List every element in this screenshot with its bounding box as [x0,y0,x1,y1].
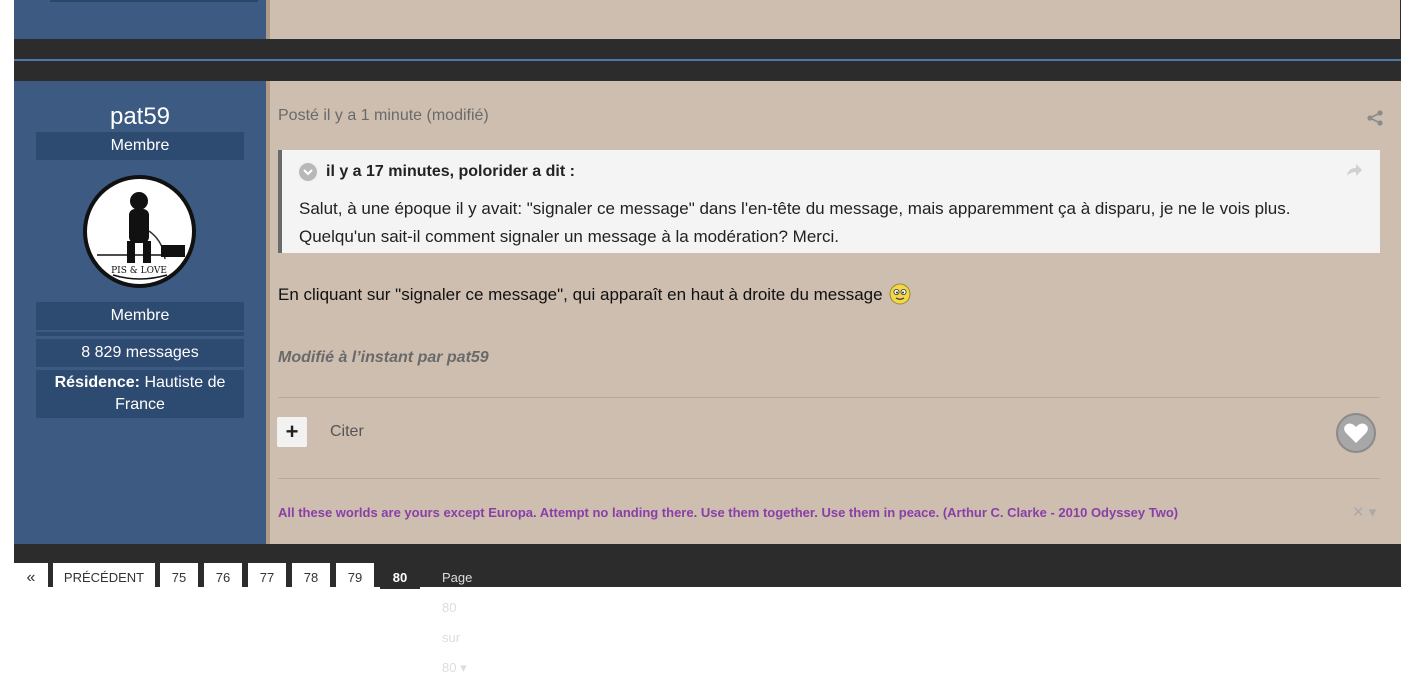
multiquote-button[interactable]: + [277,417,307,447]
page-button[interactable]: 76 [204,563,242,589]
quote-collapse-icon[interactable] [299,163,317,181]
previous-post-author-panel [14,0,266,39]
page-button[interactable]: 75 [160,563,198,589]
post-text-content: En cliquant sur "signaler ce message", q… [278,285,883,304]
heart-icon [1344,423,1368,443]
first-page-button[interactable]: « [14,563,48,589]
post-body: Posté il y a 1 minute (modifié) il y a 1… [266,81,1401,544]
quote-button[interactable]: Citer [330,423,364,441]
post-separator [14,59,1401,61]
page-button[interactable]: 77 [248,563,286,589]
page-button[interactable]: 78 [292,563,330,589]
divider [278,397,1380,398]
signature-hide-icon[interactable]: ✕ ▾ [1352,503,1376,521]
previous-post-body [266,0,1400,39]
quote-text: Salut, à une époque il y avait: "signale… [299,199,1291,246]
like-button[interactable] [1336,413,1376,453]
quote-goto-icon[interactable] [1345,162,1363,178]
avatar-image: PIS & LOVE [87,179,192,284]
page-jump-dropdown[interactable]: Page 80 sur 80 ▾ [442,563,472,675]
author-post-count: 8 829 messages [36,339,244,367]
author-panel: pat59 Membre PIS & LOVE Membre 8 829 mes… [14,81,266,544]
author-name[interactable]: pat59 [14,103,266,131]
previous-post-author-box [50,0,258,2]
signature: All these worlds are yours except Europa… [278,505,1179,520]
share-icon[interactable] [1366,109,1384,127]
page-button[interactable]: 79 [336,563,374,589]
post-text: En cliquant sur "signaler ce message", q… [278,283,911,305]
avatar[interactable]: PIS & LOVE [83,175,196,288]
divider [278,478,1380,479]
edited-note: Modifié à l’instant par pat59 [278,349,489,366]
svg-text:PIS & LOVE: PIS & LOVE [111,266,167,276]
residence-label: Résidence: [54,374,140,391]
author-group: Membre [36,132,244,160]
current-page-button[interactable]: 80 [380,563,420,589]
author-residence: Résidence: Hautiste de France [36,370,244,418]
quote-citation[interactable]: il y a 17 minutes, polorider a dit : [326,163,575,181]
post-meta[interactable]: Posté il y a 1 minute (modifié) [278,107,489,125]
previous-page-button[interactable]: PRÉCÉDENT [53,563,155,589]
author-badge: Membre [36,302,244,330]
quote-block: il y a 17 minutes, polorider a dit : Sal… [278,150,1380,253]
smiley-icon [889,283,911,305]
author-divider [36,332,244,336]
